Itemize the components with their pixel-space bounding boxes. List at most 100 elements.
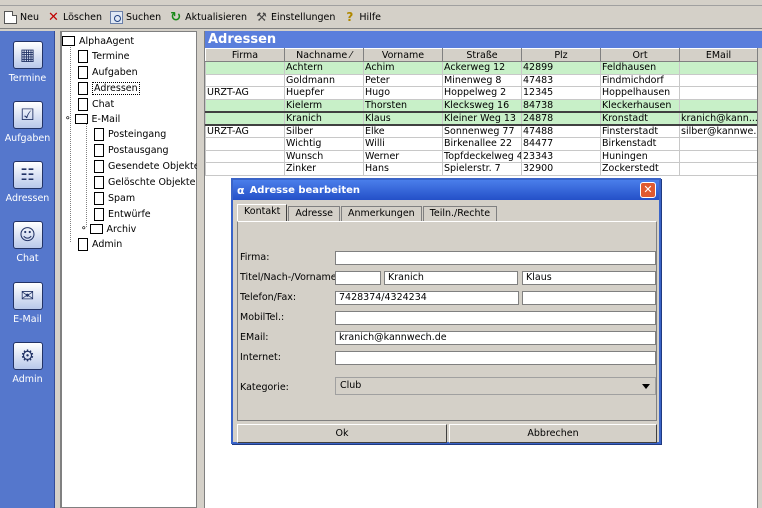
mobile-field[interactable] xyxy=(335,311,656,325)
tree-node-email[interactable]: ⚬ E-Mail xyxy=(64,112,120,126)
table-cell: 32900 xyxy=(521,162,601,176)
refresh-label: Aktualisieren xyxy=(185,12,247,23)
sidebar-item-email[interactable]: ✉ E-Mail xyxy=(0,282,55,325)
column-header-ort[interactable]: Ort xyxy=(600,48,680,62)
name-label: Titel/Nach-/Vorname: xyxy=(240,272,340,283)
table-cell: Kleckerhausen xyxy=(600,98,680,113)
close-button[interactable]: ✕ xyxy=(640,182,656,198)
tree-node-geloeschte[interactable]: Gelöschte Objekte xyxy=(94,175,196,189)
email-field[interactable]: kranich@kannwech.de xyxy=(335,331,656,345)
table-row[interactable]: Wunsch Werner Topfdeckelweg 4 23343 Huni… xyxy=(205,149,758,164)
tree-node-root[interactable]: AlphaAgent xyxy=(62,34,134,48)
expander-icon[interactable]: ⚬ xyxy=(64,114,72,124)
tree-node-archiv[interactable]: ⚬ Archiv xyxy=(80,222,136,236)
help-label: Hilfe xyxy=(359,12,382,23)
tree-node-postausgang[interactable]: Postausgang xyxy=(94,143,169,157)
tree-node-termine[interactable]: Termine xyxy=(78,49,130,63)
expander-icon[interactable]: ⚬ xyxy=(80,224,88,234)
sidebar-item-adressen[interactable]: ☷ Adressen xyxy=(0,161,55,204)
tree-node-entwuerfe[interactable]: Entwürfe xyxy=(94,207,151,221)
sidebar-item-admin[interactable]: ⚙ Admin xyxy=(0,342,55,385)
column-header-nachname[interactable]: Nachname ⁄ xyxy=(284,48,364,62)
dialog-titlebar[interactable]: α Adresse bearbeiten xyxy=(233,180,659,200)
table-cell xyxy=(679,86,758,100)
tab-kontakt[interactable]: Kontakt xyxy=(237,204,288,221)
category-select[interactable]: Club xyxy=(335,377,656,395)
firma-field[interactable] xyxy=(335,251,656,265)
ok-button[interactable]: Ok xyxy=(237,424,447,443)
tree-node-chat[interactable]: Chat xyxy=(78,97,114,111)
table-row[interactable]: Zinker Hans Spielerstr. 7 32900 Zockerst… xyxy=(205,162,758,176)
sidebar-item-chat[interactable]: ☺ Chat xyxy=(0,221,55,264)
column-header-firma[interactable]: Firma xyxy=(205,48,285,62)
title-field[interactable] xyxy=(335,271,381,285)
table-cell: Wunsch xyxy=(284,149,364,164)
table-cell: Hoppelweg 2 xyxy=(442,86,522,100)
table-cell: Peter xyxy=(363,73,443,88)
firstname-field[interactable]: Klaus xyxy=(522,271,656,285)
tree-line xyxy=(86,123,87,227)
cancel-button[interactable]: Abbrechen xyxy=(449,424,657,443)
new-document-icon xyxy=(4,11,17,24)
delete-button[interactable]: ✕ Löschen xyxy=(45,8,106,28)
tasks-icon: ☑ xyxy=(12,101,43,129)
tree-node-adressen[interactable]: Adressen xyxy=(78,81,140,95)
table-cell: Zinker xyxy=(284,162,364,176)
fax-field[interactable] xyxy=(522,291,656,305)
search-button[interactable]: Suchen xyxy=(108,8,165,28)
table-cell: silber@kannwe... xyxy=(679,124,758,138)
table-cell: 12345 xyxy=(521,86,601,100)
settings-button[interactable]: ⚒ Einstellungen xyxy=(253,8,339,28)
sidebar-item-aufgaben[interactable]: ☑ Aufgaben xyxy=(0,101,55,144)
tree-node-aufgaben[interactable]: Aufgaben xyxy=(78,65,138,79)
table-cell: URZT-AG xyxy=(205,124,285,138)
tree-node-gesendete[interactable]: Gesendete Objekte xyxy=(94,159,200,173)
refresh-button[interactable]: ↻ Aktualisieren xyxy=(167,8,251,28)
table-cell xyxy=(205,110,285,126)
tree-node-admin[interactable]: Admin xyxy=(78,237,122,251)
table-row-selected[interactable]: Kranich Klaus Kleiner Weg 13 24878 Krons… xyxy=(205,110,758,126)
dialog-tabs: Kontakt Adresse Anmerkungen Teiln./Recht… xyxy=(237,204,498,221)
sidebar-item-termine[interactable]: ▦ Termine xyxy=(0,41,55,84)
phone-field[interactable]: 7428374/4324234 xyxy=(335,291,519,305)
document-icon xyxy=(78,65,88,79)
window-top-edge xyxy=(0,0,762,6)
column-header-email[interactable]: EMail xyxy=(679,48,758,62)
vertical-scrollbar[interactable] xyxy=(757,48,762,508)
table-row[interactable]: Achtern Achim Ackerweg 12 42899 Feldhaus… xyxy=(205,61,758,75)
column-header-strasse[interactable]: Straße xyxy=(442,48,522,62)
tree-node-posteingang[interactable]: Posteingang xyxy=(94,127,166,141)
help-button[interactable]: ? Hilfe xyxy=(341,8,385,28)
column-header-plz[interactable]: Plz xyxy=(521,48,601,62)
table-row[interactable]: Kielerm Thorsten Klecksweg 16 84738 Klec… xyxy=(205,98,758,113)
tree-label: Gesendete Objekte xyxy=(108,160,200,172)
internet-field[interactable] xyxy=(335,351,656,365)
tab-adresse[interactable]: Adresse xyxy=(288,206,341,221)
tab-teilnahme-rechte[interactable]: Teiln./Rechte xyxy=(422,206,498,221)
table-cell: Zockerstedt xyxy=(600,162,680,176)
kontakt-panel: Firma: Titel/Nach-/Vorname: Kranich Klau… xyxy=(237,221,657,421)
table-cell: Kleiner Weg 13 xyxy=(442,110,522,126)
tree-splitter[interactable] xyxy=(197,31,204,508)
document-icon xyxy=(78,49,88,63)
table-row[interactable]: URZT-AG Silber Elke Sonnenweg 77 47488 F… xyxy=(205,124,758,138)
new-button[interactable]: Neu xyxy=(2,8,43,28)
column-header-vorname[interactable]: Vorname xyxy=(363,48,443,62)
new-label: Neu xyxy=(20,12,39,23)
table-cell xyxy=(205,136,285,151)
table-cell xyxy=(205,61,285,75)
lastname-field[interactable]: Kranich xyxy=(384,271,518,285)
table-row[interactable]: Wichtig Willi Birkenallee 22 84477 Birke… xyxy=(205,136,758,151)
tree-node-spam[interactable]: Spam xyxy=(94,191,135,205)
tab-anmerkungen[interactable]: Anmerkungen xyxy=(341,206,422,221)
table-row[interactable]: URZT-AG Huepfer Hugo Hoppelweg 2 12345 H… xyxy=(205,86,758,100)
table-cell: Hugo xyxy=(363,86,443,100)
sidebar-item-label: Termine xyxy=(8,73,47,84)
address-book-icon: ☷ xyxy=(12,161,43,189)
folder-tree: AlphaAgent Termine Aufgaben Adressen Cha… xyxy=(61,31,200,508)
table-row[interactable]: Goldmann Peter Minenweg 8 47483 Findmich… xyxy=(205,73,758,88)
table-cell: Hans xyxy=(363,162,443,176)
tree-label: Termine xyxy=(92,50,130,62)
table-cell xyxy=(205,162,285,176)
tree-label: Gelöschte Objekte xyxy=(108,176,196,188)
